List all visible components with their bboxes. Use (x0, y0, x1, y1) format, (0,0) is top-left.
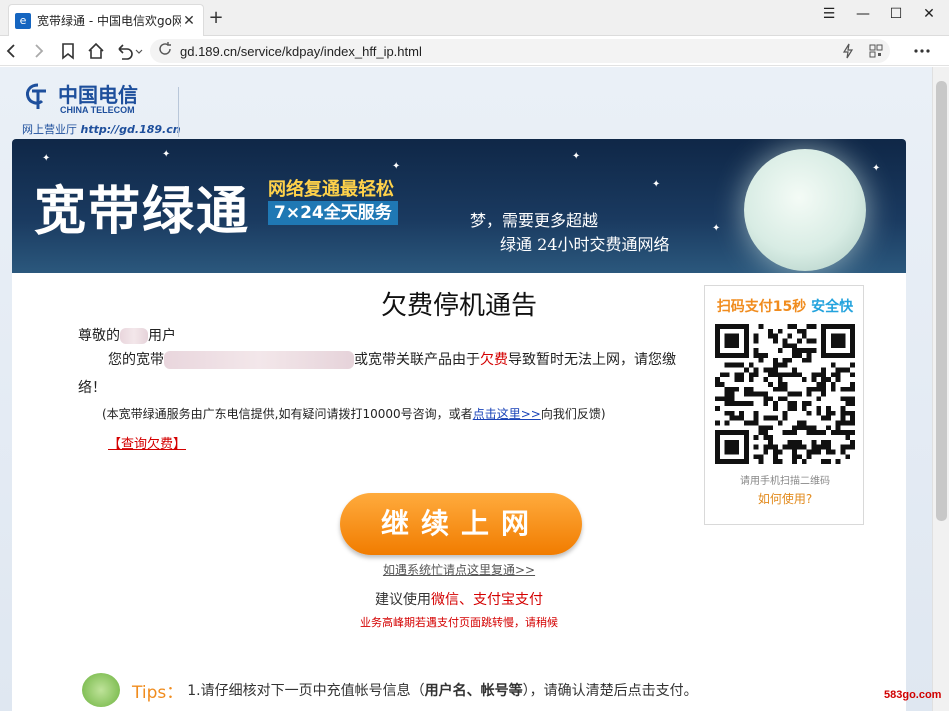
tips: Tips： 1.请仔细核对下一页中充值帐号信息（ 用户名、帐号等 ），请确认清楚后点… (82, 673, 698, 707)
how-to-use-link[interactable]: 如何使用? (705, 490, 865, 507)
notice-panel: 欠费停机通告 尊敬的 用户 您的宽带 或宽带关联产品由于欠费导致暂时无法上网，请您缴… (12, 273, 906, 711)
new-tab-button[interactable]: + (206, 8, 226, 28)
feedback-link[interactable]: 点击这里>> (473, 407, 541, 421)
greeting: 尊敬的 用户 (78, 328, 176, 344)
home-icon[interactable] (86, 41, 106, 61)
minimize-icon[interactable]: — (848, 6, 878, 22)
redacted-name (120, 328, 148, 344)
maximize-icon[interactable]: ☐ (881, 6, 911, 22)
tab-close-icon[interactable]: ✕ (181, 13, 197, 29)
star-icon: ✦ (872, 163, 881, 174)
qr-caption: 请用手机扫描二维码 (740, 476, 830, 487)
forward-icon[interactable] (28, 41, 48, 61)
qr-pay-panel: 扫码支付15秒 安全快 请用手机扫描二维码 如何使用? (704, 285, 864, 525)
browser-tab[interactable]: e 宽带绿通 - 中国电信欢go网 ✕ (8, 4, 204, 36)
banner-slogan: 网络复通最轻松 (268, 179, 394, 200)
china-telecom-logo[interactable]: 中国电信 CHINA TELECOM 网上营业厅 http://gd.189.c… (18, 77, 181, 137)
peak-hours-notice: 业务高峰期若遇支付页面跳转慢，请稍候 (360, 616, 558, 629)
payment-suggestion: 建议使用微信、支付宝支付 (375, 592, 543, 608)
bookmark-icon[interactable] (58, 41, 78, 61)
redacted-account (164, 351, 354, 369)
tips-label: Tips： (132, 682, 184, 703)
logo-divider (178, 87, 179, 137)
logo-subtitle: 网上营业厅 http://gd.189.cn (22, 123, 181, 136)
retry-restore-link[interactable]: 如遇系统忙请点这里复通>> (12, 561, 906, 578)
logo-english: CHINA TELECOM (60, 105, 135, 115)
moon-image (744, 149, 866, 271)
tab-title: 宽带绿通 - 中国电信欢go网 (37, 14, 181, 28)
star-icon: ✦ (652, 179, 661, 190)
banner-quote-line1: 梦，需要更多超越 (470, 211, 599, 230)
undo-icon[interactable] (114, 41, 144, 61)
scrollbar-thumb[interactable] (936, 81, 947, 521)
tips-text-end: ），请确认清楚后点击支付。 (522, 683, 698, 699)
qr-heading: 扫码支付15秒 安全快 (716, 299, 854, 315)
telecom-emblem-icon (26, 83, 46, 109)
url-field[interactable]: gd.189.cn/service/kdpay/index_hff_ip.htm… (150, 39, 890, 63)
qr-code-image (715, 324, 855, 464)
watermark: 583go.com (884, 689, 942, 701)
service-info: (本宽带绿通服务由广东电信提供,如有疑问请拨打10000号咨询，或者点击这里>>… (102, 407, 606, 421)
qr-scan-icon[interactable] (866, 41, 886, 61)
query-arrears-link[interactable]: 【查询欠费】 (108, 433, 186, 452)
tips-text: 1.请仔细核对下一页中充值帐号信息（ (187, 683, 425, 699)
lightning-icon[interactable] (838, 41, 858, 61)
banner-quote-line2: 绿通 24小时交费通网络 (500, 235, 670, 254)
vertical-scrollbar[interactable] (932, 67, 949, 711)
star-icon: ✦ (572, 151, 581, 162)
banner-service-hours: 7×24全天服务 (268, 201, 398, 225)
address-bar: gd.189.cn/service/kdpay/index_hff_ip.htm… (0, 36, 949, 66)
star-icon: ✦ (42, 153, 51, 164)
notice-line2: 络！ (78, 380, 106, 396)
star-icon: ✦ (162, 149, 171, 160)
star-icon: ✦ (392, 161, 401, 172)
close-window-icon[interactable]: ✕ (914, 6, 944, 22)
china-telecom-favicon-icon: e (15, 12, 31, 29)
leaf-icon (82, 673, 120, 707)
back-icon[interactable] (2, 41, 22, 61)
banner-title: 宽带绿通 (34, 182, 251, 242)
logo-chinese: 中国电信 (58, 83, 138, 107)
star-icon: ✦ (712, 223, 721, 234)
more-icon[interactable] (912, 41, 932, 61)
menu-icon[interactable]: ☰ (814, 6, 844, 22)
url-text: gd.189.cn/service/kdpay/index_hff_ip.htm… (180, 43, 422, 59)
page-viewport: 中国电信 CHINA TELECOM 网上营业厅 http://gd.189.c… (0, 67, 932, 711)
tips-bold: 用户名、帐号等 (424, 683, 523, 699)
notice-line1: 您的宽带 或宽带关联产品由于欠费导致暂时无法上网，请您缴 (108, 351, 676, 369)
continue-online-button[interactable]: 继续上网 (340, 493, 582, 555)
banner: ✦ ✦ ✦ ✦ ✦ ✦ ✦ 宽带绿通 网络复通最轻松 7×24全天服务 梦，需要… (12, 139, 906, 273)
tab-bar: e 宽带绿通 - 中国电信欢go网 ✕ + ☰ — ☐ ✕ (0, 0, 949, 36)
reload-icon[interactable] (158, 42, 172, 60)
